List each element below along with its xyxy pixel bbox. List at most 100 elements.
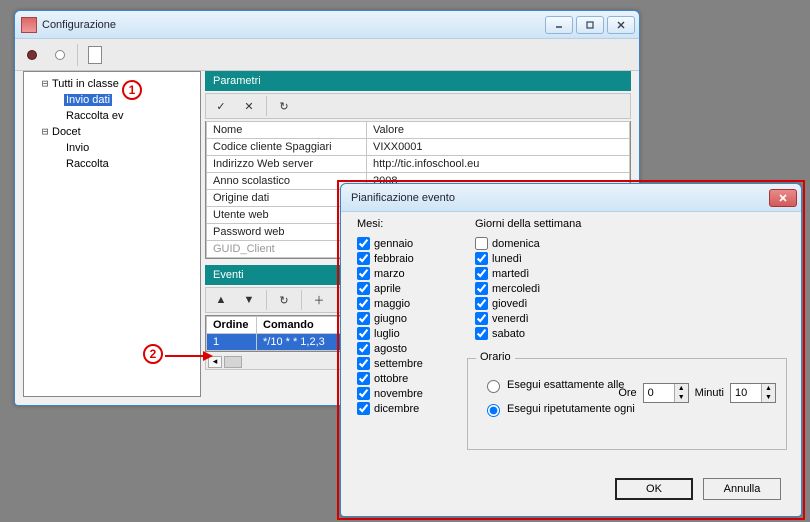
month-item[interactable]: settembre — [357, 356, 423, 371]
month-checkbox[interactable] — [357, 297, 370, 310]
day-item[interactable]: venerdì — [475, 311, 540, 326]
month-item[interactable]: dicembre — [357, 401, 423, 416]
month-checkbox[interactable] — [357, 267, 370, 280]
month-checkbox[interactable] — [357, 327, 370, 340]
day-item[interactable]: lunedì — [475, 251, 540, 266]
month-checkbox[interactable] — [357, 372, 370, 385]
col-nome[interactable]: Nome — [207, 122, 367, 139]
tree-item-invio-dati[interactable]: Invio dati — [64, 94, 112, 106]
scroll-thumb[interactable] — [224, 356, 242, 368]
day-checkbox[interactable] — [475, 267, 488, 280]
dialog-titlebar[interactable]: Pianificazione evento — [341, 184, 801, 212]
close-button[interactable] — [607, 16, 635, 34]
maximize-button[interactable] — [576, 16, 604, 34]
month-item[interactable]: marzo — [357, 266, 423, 281]
month-label: gennaio — [374, 238, 413, 250]
month-checkbox[interactable] — [357, 237, 370, 250]
month-item[interactable]: ottobre — [357, 371, 423, 386]
annotation-arrow-icon — [163, 348, 213, 364]
cancel-icon[interactable]: ✕ — [238, 96, 260, 116]
param-name[interactable]: Indirizzo Web server — [207, 156, 367, 173]
apply-icon[interactable]: ✓ — [210, 96, 232, 116]
day-checkbox[interactable] — [475, 252, 488, 265]
col-ordine[interactable]: Ordine — [207, 317, 257, 334]
spin-up-icon[interactable]: ▲ — [675, 384, 688, 393]
month-label: maggio — [374, 298, 410, 310]
day-label: giovedì — [492, 298, 527, 310]
month-checkbox[interactable] — [357, 252, 370, 265]
param-value[interactable]: http://tic.infoschool.eu — [367, 156, 630, 173]
day-label: lunedì — [492, 253, 522, 265]
month-item[interactable]: febbraio — [357, 251, 423, 266]
col-valore[interactable]: Valore — [367, 122, 630, 139]
refresh-events-icon[interactable]: ↻ — [273, 290, 295, 310]
month-item[interactable]: agosto — [357, 341, 423, 356]
month-label: aprile — [374, 283, 401, 295]
day-item[interactable]: domenica — [475, 236, 540, 251]
move-up-icon[interactable]: ▲ — [210, 290, 232, 310]
cancel-button[interactable]: Annulla — [703, 478, 781, 500]
tree-item-raccolta-ev[interactable]: Raccolta ev — [64, 110, 125, 122]
spin-down-icon[interactable]: ▼ — [675, 393, 688, 402]
tree-item-invio[interactable]: Invio — [64, 142, 91, 154]
month-label: marzo — [374, 268, 405, 280]
month-checkbox[interactable] — [357, 312, 370, 325]
config-titlebar[interactable]: Configurazione — [15, 11, 639, 39]
document-icon[interactable] — [84, 44, 106, 66]
tree-root-docet[interactable]: Docet — [50, 126, 83, 138]
month-item[interactable]: maggio — [357, 296, 423, 311]
month-item[interactable]: giugno — [357, 311, 423, 326]
day-label: mercoledì — [492, 283, 540, 295]
record-start-icon[interactable] — [21, 44, 43, 66]
day-item[interactable]: martedì — [475, 266, 540, 281]
month-checkbox[interactable] — [357, 342, 370, 355]
orario-group: Orario Esegui esattamente alle Esegui ri… — [467, 358, 787, 450]
minimize-button[interactable] — [545, 16, 573, 34]
day-checkbox[interactable] — [475, 312, 488, 325]
event-ordine[interactable]: 1 — [207, 334, 257, 351]
day-checkbox[interactable] — [475, 282, 488, 295]
ore-input[interactable] — [644, 384, 674, 402]
param-value[interactable]: VIXX0001 — [367, 139, 630, 156]
radio-exact-input[interactable] — [487, 380, 500, 393]
month-item[interactable]: luglio — [357, 326, 423, 341]
dialog-close-button[interactable] — [769, 189, 797, 207]
month-label: ottobre — [374, 373, 408, 385]
month-checkbox[interactable] — [357, 387, 370, 400]
tree-item-raccolta[interactable]: Raccolta — [64, 158, 111, 170]
minuti-stepper[interactable]: ▲▼ — [730, 383, 776, 403]
day-label: sabato — [492, 328, 525, 340]
spin-up-icon[interactable]: ▲ — [762, 384, 775, 393]
tree-root-tutti[interactable]: Tutti in classe — [50, 78, 121, 90]
main-toolbar — [15, 39, 639, 71]
day-item[interactable]: mercoledì — [475, 281, 540, 296]
move-down-icon[interactable]: ▼ — [238, 290, 260, 310]
minuti-input[interactable] — [731, 384, 761, 402]
day-checkbox[interactable] — [475, 297, 488, 310]
day-checkbox[interactable] — [475, 327, 488, 340]
refresh-icon[interactable]: ↻ — [273, 96, 295, 116]
radio-exact[interactable]: Esegui esattamente alle — [482, 377, 624, 393]
month-label: agosto — [374, 343, 407, 355]
radio-repeat-input[interactable] — [487, 404, 500, 417]
month-item[interactable]: gennaio — [357, 236, 423, 251]
window-title: Configurazione — [42, 19, 545, 31]
param-name[interactable]: Codice cliente Spaggiari — [207, 139, 367, 156]
ore-stepper[interactable]: ▲▼ — [643, 383, 689, 403]
month-checkbox[interactable] — [357, 402, 370, 415]
annotation-1: 1 — [122, 80, 142, 100]
day-item[interactable]: sabato — [475, 326, 540, 341]
month-checkbox[interactable] — [357, 357, 370, 370]
month-checkbox[interactable] — [357, 282, 370, 295]
app-icon — [21, 17, 37, 33]
spin-down-icon[interactable]: ▼ — [762, 393, 775, 402]
radio-repeat[interactable]: Esegui ripetutamente ogni — [482, 401, 635, 417]
add-event-icon[interactable]: ＋ — [308, 290, 330, 310]
giorni-label: Giorni della settimana — [475, 218, 581, 230]
day-checkbox[interactable] — [475, 237, 488, 250]
month-item[interactable]: novembre — [357, 386, 423, 401]
record-stop-icon[interactable] — [49, 44, 71, 66]
ok-button[interactable]: OK — [615, 478, 693, 500]
day-item[interactable]: giovedì — [475, 296, 540, 311]
month-item[interactable]: aprile — [357, 281, 423, 296]
